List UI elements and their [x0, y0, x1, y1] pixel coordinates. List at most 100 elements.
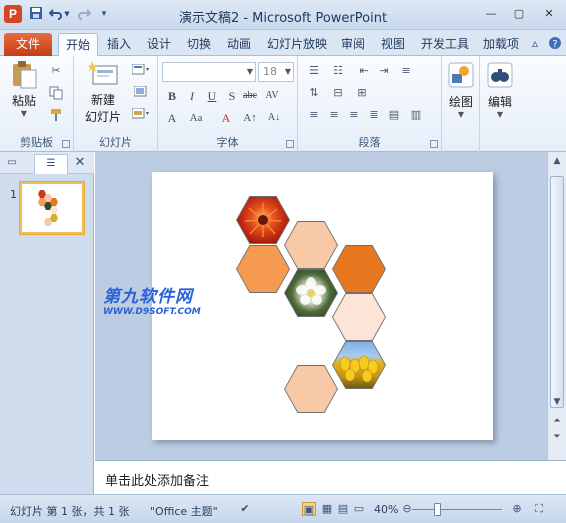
- theme-status[interactable]: "Office 主题": [150, 503, 218, 519]
- line-spacing-icon[interactable]: ≡: [398, 64, 414, 78]
- notes-pane[interactable]: 单击此处添加备注: [95, 460, 566, 494]
- previous-slide-icon[interactable]: ⏶: [549, 414, 565, 429]
- increase-indent-icon[interactable]: ⇥: [376, 64, 392, 78]
- shrink-font-icon[interactable]: A↓: [266, 110, 282, 126]
- grow-font-icon[interactable]: A↑: [242, 110, 258, 126]
- font-group-label: 字体: [216, 136, 239, 149]
- tab-insert[interactable]: 插入: [100, 33, 138, 56]
- tab-animations[interactable]: 动画: [220, 33, 258, 56]
- align-center-icon[interactable]: ≡: [326, 108, 342, 122]
- text-direction-icon[interactable]: ⇅: [306, 86, 322, 100]
- hexagon-light-peach[interactable]: [285, 222, 337, 268]
- ribbon: 粘贴 ▼ ✂ 剪贴板 新建 幻灯片 幻灯片 ▼ 18 ▼ B I U S abc…: [0, 56, 566, 152]
- clipboard-launcher-icon[interactable]: [62, 140, 70, 148]
- new-slide-button[interactable]: 新建 幻灯片: [80, 60, 126, 125]
- zoom-slider-track[interactable]: [412, 509, 502, 510]
- format-painter-icon[interactable]: [48, 108, 64, 122]
- editing-button[interactable]: 编辑 ▼: [484, 62, 516, 119]
- tab-home[interactable]: 开始: [58, 33, 99, 56]
- tab-view[interactable]: 视图: [374, 33, 412, 56]
- paragraph-launcher-icon[interactable]: [430, 140, 438, 148]
- underline-icon[interactable]: U: [204, 88, 220, 104]
- zoom-level[interactable]: 40%: [374, 503, 398, 516]
- tab-transitions[interactable]: 切换: [180, 33, 218, 56]
- decrease-indent-icon[interactable]: ⇤: [356, 64, 372, 78]
- strikethrough-icon[interactable]: abc: [242, 88, 258, 104]
- hexagon-red-flower-picture[interactable]: [237, 197, 289, 243]
- font-color-icon[interactable]: A: [218, 110, 234, 126]
- text-effects-icon[interactable]: A: [164, 110, 180, 126]
- outline-view-tab-icon[interactable]: ☰: [34, 154, 68, 174]
- scroll-down-icon[interactable]: ▼: [549, 395, 565, 410]
- scroll-thumb[interactable]: [550, 176, 564, 408]
- hexagon-yellow-tulips-picture[interactable]: [333, 342, 385, 388]
- slide-sorter-icon[interactable]: ▦: [320, 502, 334, 516]
- italic-icon[interactable]: I: [184, 88, 200, 104]
- zoom-in-icon[interactable]: ⊕: [510, 502, 524, 516]
- collapse-ribbon-icon[interactable]: ▵: [532, 36, 538, 50]
- hexagon-pale-peach[interactable]: [333, 294, 385, 340]
- svg-text:?: ?: [552, 39, 557, 50]
- align-text-icon[interactable]: ⊟: [330, 86, 346, 100]
- paste-button[interactable]: 粘贴 ▼: [6, 60, 42, 118]
- clipboard-group: 粘贴 ▼ ✂ 剪贴板: [0, 56, 74, 152]
- hexagon-white-flower-picture[interactable]: [285, 270, 337, 316]
- numbering-icon[interactable]: ☷: [330, 64, 346, 78]
- distributed-icon[interactable]: ▤: [386, 108, 402, 122]
- slide-canvas[interactable]: [152, 172, 493, 440]
- font-launcher-icon[interactable]: [286, 140, 294, 148]
- slides-view-tab-icon[interactable]: ▭: [4, 156, 20, 170]
- columns-icon[interactable]: ▥: [408, 108, 424, 122]
- align-left-icon[interactable]: ≡: [306, 108, 322, 122]
- reset-slide-icon[interactable]: [130, 85, 152, 100]
- ribbon-tabs: 文件 开始 插入 设计 切换 动画 幻灯片放映 审阅 视图 开发工具 加载项 ▵…: [0, 30, 566, 56]
- bullets-icon[interactable]: ☰: [306, 64, 322, 78]
- character-spacing-icon[interactable]: AV: [264, 88, 280, 104]
- cut-icon[interactable]: ✂: [48, 64, 64, 78]
- close-window-icon[interactable]: ✕: [538, 6, 560, 22]
- tab-slideshow[interactable]: 幻灯片放映: [260, 33, 334, 56]
- normal-view-icon[interactable]: ▣: [302, 502, 316, 516]
- notes-placeholder[interactable]: 单击此处添加备注: [105, 470, 209, 489]
- tab-design[interactable]: 设计: [140, 33, 178, 56]
- slide-thumbnail[interactable]: [20, 182, 84, 234]
- justify-icon[interactable]: ≣: [366, 108, 382, 122]
- hexagon-dark-orange[interactable]: [333, 246, 385, 292]
- align-right-icon[interactable]: ≡: [346, 108, 362, 122]
- tab-addins[interactable]: 加载项: [476, 33, 526, 56]
- font-size-combo[interactable]: 18 ▼: [258, 62, 294, 82]
- copy-icon[interactable]: [48, 86, 64, 100]
- hexagon-medium-orange[interactable]: [237, 246, 289, 292]
- scroll-up-icon[interactable]: ▲: [549, 154, 565, 169]
- smartart-icon[interactable]: ⊞: [354, 86, 370, 100]
- drawing-group[interactable]: 绘图 ▼: [442, 56, 480, 152]
- drawing-label: 绘图: [448, 95, 473, 109]
- help-icon[interactable]: ?: [548, 36, 562, 53]
- reading-view-icon[interactable]: ▤: [336, 502, 350, 516]
- shadow-icon[interactable]: S: [224, 88, 240, 104]
- paragraph-group-label: 段落: [358, 136, 381, 149]
- maximize-icon[interactable]: ▢: [508, 6, 530, 22]
- fit-to-window-icon[interactable]: ⛶: [532, 502, 546, 516]
- paste-dropdown-icon[interactable]: ▼: [6, 109, 42, 118]
- zoom-slider-knob[interactable]: [434, 503, 441, 516]
- bold-icon[interactable]: B: [164, 88, 180, 104]
- editing-group[interactable]: 编辑 ▼: [480, 56, 520, 152]
- tab-developer[interactable]: 开发工具: [414, 33, 476, 56]
- vertical-scrollbar[interactable]: ▲ ▼ ⏶ ⏷: [547, 152, 566, 460]
- close-panel-icon[interactable]: ✕: [72, 156, 88, 170]
- spell-check-icon[interactable]: ✔: [238, 502, 252, 516]
- tab-file[interactable]: 文件: [4, 33, 52, 56]
- slideshow-view-icon[interactable]: ▭: [352, 502, 366, 516]
- tab-review[interactable]: 审阅: [334, 33, 372, 56]
- change-case-icon[interactable]: Aa: [188, 110, 204, 126]
- font-size-value: 18: [263, 65, 277, 78]
- layout-icon[interactable]: [130, 63, 152, 78]
- hexagon-light-peach-bottom[interactable]: [285, 366, 337, 412]
- section-icon[interactable]: [130, 107, 152, 122]
- drawing-button[interactable]: 绘图 ▼: [446, 62, 476, 119]
- font-name-combo[interactable]: ▼: [162, 62, 256, 82]
- panel-tabs: ▭ ☰ ✕: [0, 152, 94, 174]
- minimize-icon[interactable]: —: [480, 6, 502, 22]
- next-slide-icon[interactable]: ⏷: [549, 430, 565, 445]
